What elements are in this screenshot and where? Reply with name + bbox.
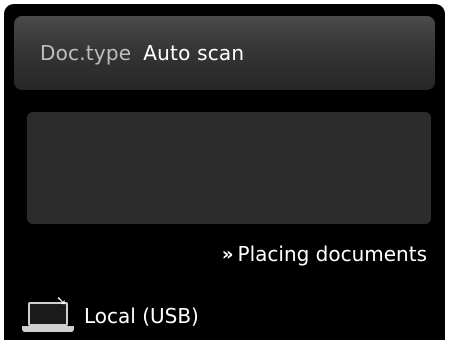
save-destination[interactable]: ➘ Local (USB) — [22, 294, 199, 336]
laptop-usb-icon: ➘ — [22, 294, 76, 336]
preview-area — [27, 112, 431, 224]
printer-screen: Doc.type Auto scan » Placing documents ➘… — [0, 0, 449, 340]
doc-type-label: Doc.type — [40, 41, 132, 65]
placing-documents-label: Placing documents — [237, 242, 427, 266]
placing-documents-link[interactable]: » Placing documents — [222, 242, 427, 266]
double-chevron-right-icon: » — [221, 243, 234, 265]
doc-type-value: Auto scan — [143, 41, 245, 65]
lcd-panel: Doc.type Auto scan » Placing documents ➘… — [4, 4, 445, 340]
destination-label: Local (USB) — [84, 304, 199, 328]
doc-type-setting[interactable]: Doc.type Auto scan — [14, 16, 435, 90]
